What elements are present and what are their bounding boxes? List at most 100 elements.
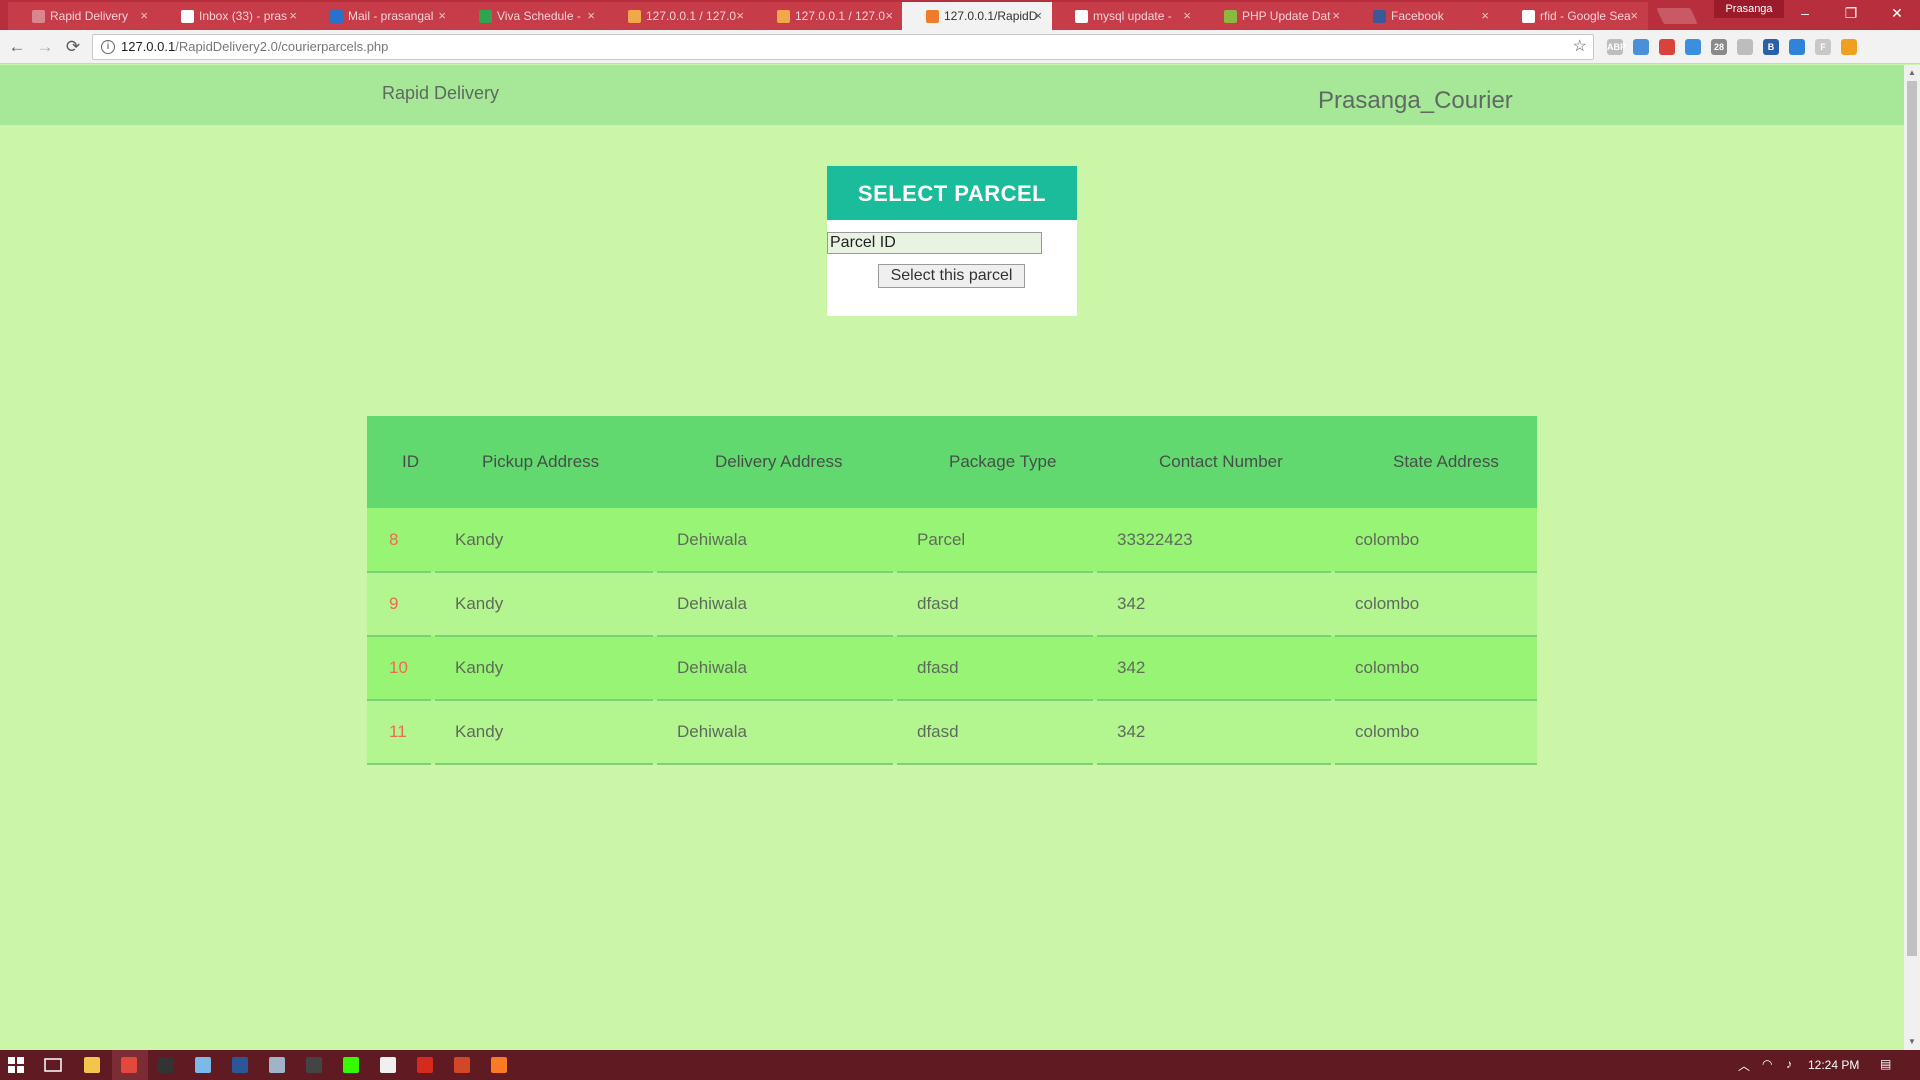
cell-pickup: Kandy (433, 636, 655, 701)
tab-title: Inbox (33) - pras (199, 9, 288, 23)
browser-tab-strip: Prasanga – ❐ ✕ Rapid Delivery × Inbox (33)… (0, 0, 1920, 30)
tab-close-icon[interactable]: × (736, 2, 744, 30)
git-icon[interactable] (380, 1057, 396, 1073)
url-host: 127.0.0.1 (121, 39, 176, 54)
task-view-icon[interactable] (44, 1057, 62, 1073)
cell-delivery: Dehiwala (655, 700, 895, 765)
page-content: Rapid Delivery Prasanga_Courier SELECT P… (0, 65, 1904, 1050)
cell-id: 10 (367, 636, 433, 701)
back-button[interactable]: ← (6, 36, 28, 58)
tab-close-icon[interactable]: × (1183, 2, 1191, 30)
tab-title: 127.0.0.1 / 127.0 (795, 9, 886, 23)
browser-extension-icon[interactable] (1789, 39, 1805, 55)
calculator-icon[interactable] (306, 1057, 322, 1073)
dreamweaver-icon[interactable] (343, 1057, 359, 1073)
header-pickup-address: Pickup Address (433, 416, 655, 508)
browser-tab[interactable]: Rapid Delivery × (8, 2, 158, 30)
taskbar-clock[interactable]: 12:24 PM (1808, 1058, 1859, 1072)
brand-link[interactable]: Rapid Delivery (382, 83, 499, 104)
site-info-icon[interactable]: i (101, 40, 115, 54)
tab-close-icon[interactable]: × (1332, 2, 1340, 30)
tab-title: Facebook (1391, 9, 1444, 23)
tab-close-icon[interactable]: × (140, 2, 148, 30)
tab-favicon-icon (1373, 10, 1386, 23)
volume-icon[interactable]: ♪ (1786, 1057, 1792, 1071)
browser-tab[interactable]: Facebook × (1349, 2, 1499, 30)
acrobat-icon[interactable] (417, 1057, 433, 1073)
browser-extension-icon[interactable]: B (1763, 39, 1779, 55)
browser-tab[interactable]: 127.0.0.1/RapidD × (902, 2, 1052, 30)
file-explorer-icon[interactable] (84, 1057, 100, 1073)
browser-extension-icon[interactable] (1737, 39, 1753, 55)
scroll-up-arrow-icon[interactable]: ▲ (1904, 65, 1920, 81)
browser-tab[interactable]: 127.0.0.1 / 127.0 × (604, 2, 754, 30)
url-text[interactable]: 127.0.0.1/RapidDelivery2.0/courierparcel… (121, 35, 388, 59)
cell-state: colombo (1333, 508, 1537, 573)
bookmark-star-icon[interactable]: ☆ (1573, 35, 1587, 59)
page-scrollbar[interactable]: ▲ ▼ (1904, 65, 1920, 1050)
cell-contact: 342 (1095, 700, 1333, 765)
header-id: ID (367, 416, 433, 508)
powerpoint-icon[interactable] (454, 1057, 470, 1073)
photos-icon[interactable] (269, 1057, 285, 1073)
header-delivery-address: Delivery Address (655, 416, 895, 508)
cell-state: colombo (1333, 636, 1537, 701)
header-package-type: Package Type (895, 416, 1095, 508)
tab-close-icon[interactable]: × (885, 2, 893, 30)
profile-button[interactable]: Prasanga (1714, 0, 1784, 18)
chrome-icon[interactable] (121, 1057, 137, 1073)
tray-overflow-icon[interactable]: ︿ (1738, 1057, 1750, 1074)
browser-tab[interactable]: Mail - prasangal × (306, 2, 456, 30)
tab-close-icon[interactable]: × (1630, 2, 1638, 30)
browser-tab[interactable]: Inbox (33) - pras × (157, 2, 307, 30)
word-icon[interactable] (232, 1057, 248, 1073)
network-icon[interactable]: ◠ (1762, 1057, 1772, 1071)
tab-favicon-icon (926, 10, 939, 23)
windows-taskbar: ︿ ◠ ♪ 12:24 PM ▤ (0, 1050, 1920, 1080)
tab-close-icon[interactable]: × (1481, 2, 1489, 30)
scrollbar-thumb[interactable] (1907, 81, 1917, 956)
tab-favicon-icon (330, 10, 343, 23)
browser-extension-icon[interactable] (1633, 39, 1649, 55)
browser-tab[interactable]: rfid - Google Sea × (1498, 2, 1648, 30)
parcels-table: ID Pickup Address Delivery Address Packa… (367, 416, 1537, 765)
browser-tab[interactable]: Viva Schedule - × (455, 2, 605, 30)
browser-tab[interactable]: 127.0.0.1 / 127.0 × (753, 2, 903, 30)
tab-title: mysql update - (1093, 9, 1172, 23)
address-bar[interactable]: i 127.0.0.1/RapidDelivery2.0/courierparc… (92, 34, 1594, 60)
forward-button[interactable]: → (34, 36, 56, 58)
browser-extension-icon[interactable] (1685, 39, 1701, 55)
tab-title: Mail - prasangal (348, 9, 434, 23)
tab-favicon-icon (479, 10, 492, 23)
cell-contact: 33322423 (1095, 508, 1333, 573)
tab-close-icon[interactable]: × (587, 2, 595, 30)
parcel-id-input[interactable] (827, 232, 1042, 254)
notification-icon[interactable]: ▤ (1880, 1057, 1891, 1071)
browser-extension-icon[interactable]: ABP (1607, 39, 1626, 55)
scroll-down-arrow-icon[interactable]: ▼ (1904, 1034, 1920, 1050)
reload-button[interactable]: ⟳ (62, 36, 84, 58)
notepad-icon[interactable] (195, 1057, 211, 1073)
restore-button[interactable]: ❐ (1828, 0, 1874, 28)
browser-extension-icon[interactable]: F (1815, 39, 1831, 55)
browser-tab[interactable]: mysql update - × (1051, 2, 1201, 30)
tab-close-icon[interactable]: × (438, 2, 446, 30)
windows-start-icon[interactable] (8, 1057, 24, 1073)
browser-extension-icon[interactable] (1841, 39, 1857, 55)
header-contact-number: Contact Number (1095, 416, 1333, 508)
minimize-button[interactable]: – (1782, 0, 1828, 28)
select-parcel-button[interactable]: Select this parcel (878, 264, 1025, 288)
tab-favicon-icon (1224, 10, 1237, 23)
tab-close-icon[interactable]: × (1034, 2, 1042, 30)
browser-extension-icon[interactable] (1659, 39, 1675, 55)
browser-extension-icon[interactable]: 28 (1711, 39, 1727, 55)
xampp-icon[interactable] (491, 1057, 507, 1073)
new-tab-button[interactable] (1656, 8, 1698, 24)
tab-favicon-icon (628, 10, 641, 23)
tab-close-icon[interactable]: × (289, 2, 297, 30)
terminal-icon[interactable] (158, 1057, 174, 1073)
close-window-button[interactable]: ✕ (1874, 0, 1920, 28)
browser-tab[interactable]: PHP Update Dat × (1200, 2, 1350, 30)
cell-state: colombo (1333, 700, 1537, 765)
table-header-row: ID Pickup Address Delivery Address Packa… (367, 416, 1537, 508)
